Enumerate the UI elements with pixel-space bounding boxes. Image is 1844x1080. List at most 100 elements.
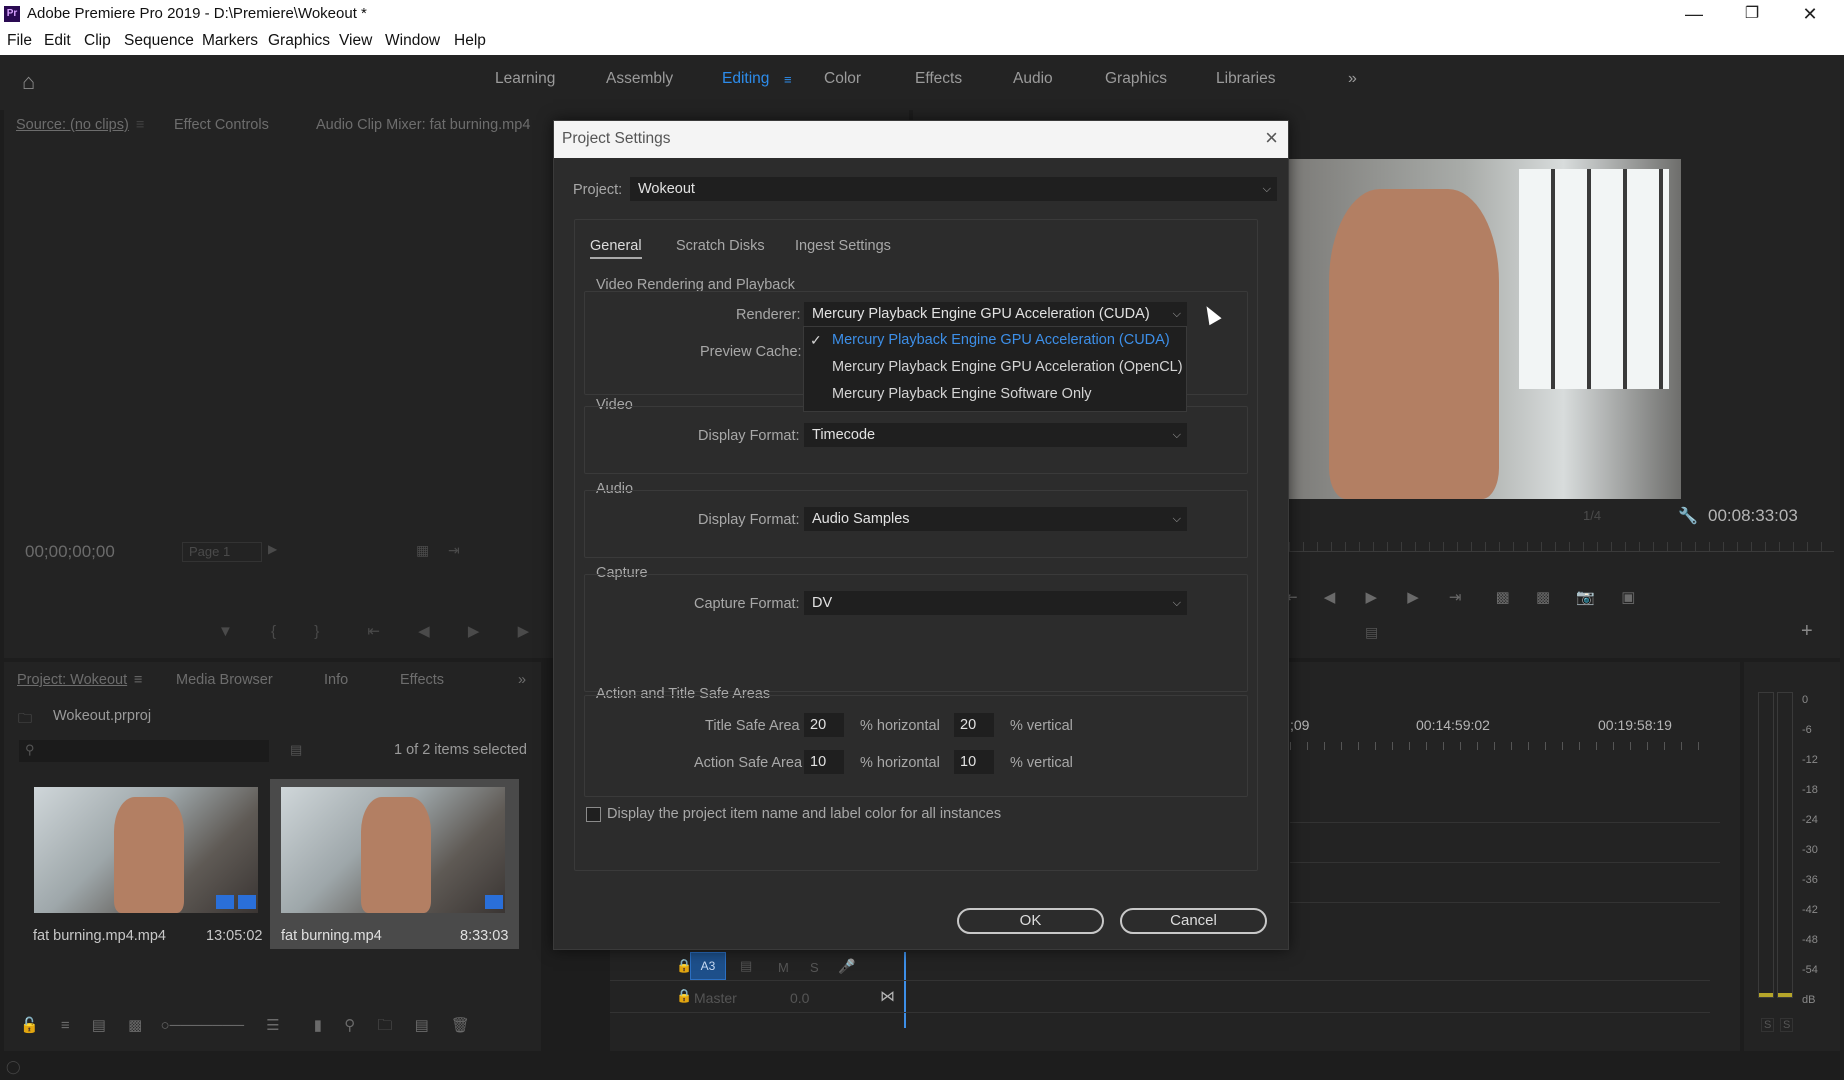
tab-ingest-settings[interactable]: Ingest Settings [795, 238, 891, 254]
home-icon[interactable]: ⌂ [22, 69, 35, 95]
renderer-option-software[interactable]: Mercury Playback Engine Software Only [832, 386, 1092, 402]
program-ruler[interactable] [1289, 542, 1834, 552]
tab-media-browser[interactable]: Media Browser [176, 672, 273, 688]
tab-general[interactable]: General [590, 238, 642, 259]
lock-icon[interactable]: 🔓 [20, 1017, 39, 1034]
source-timecode[interactable]: 00;00;00;00 [25, 542, 115, 562]
icon-view-icon[interactable]: ▤ [92, 1017, 106, 1034]
clip-thumbnail[interactable] [34, 787, 258, 913]
tab-scratch-disks[interactable]: Scratch Disks [676, 238, 765, 254]
play-icon[interactable]: ▶ [1365, 589, 1377, 606]
timeline-ruler[interactable] [1290, 742, 1710, 750]
camera-icon[interactable]: 📷 [1576, 589, 1595, 606]
workspace-tab-assembly[interactable]: Assembly [606, 70, 673, 88]
compare-icon[interactable]: ▣ [1621, 589, 1635, 606]
restore-icon[interactable]: ❐ [1723, 0, 1781, 28]
voiceover-icon[interactable]: 🎤 [838, 958, 855, 975]
program-video-frame[interactable] [1289, 159, 1681, 499]
action-safe-horizontal-input[interactable]: 10 [804, 750, 844, 774]
play-icon[interactable]: ▶ [468, 623, 482, 640]
step-back-icon[interactable]: ◀ [1324, 589, 1336, 606]
new-item-icon[interactable]: ▤ [415, 1017, 429, 1034]
ok-button[interactable]: OK [957, 908, 1104, 934]
more-workspaces-icon[interactable]: » [1348, 70, 1357, 88]
add-button-icon[interactable]: + [1801, 620, 1813, 643]
close-icon[interactable]: ✕ [1781, 0, 1839, 28]
freeform-view-icon[interactable]: ▩ [128, 1017, 142, 1034]
source-page-select[interactable]: Page 1 [182, 542, 262, 562]
workspace-tab-editing[interactable]: Editing [722, 70, 769, 88]
renderer-option-cuda[interactable]: Mercury Playback Engine GPU Acceleration… [832, 332, 1170, 348]
clip-thumbnail[interactable] [281, 787, 505, 913]
workspace-tab-libraries[interactable]: Libraries [1216, 70, 1275, 88]
project-item-selected[interactable]: fat burning.mp4 8:33:03 [270, 779, 519, 949]
mute-track-button[interactable]: M [778, 960, 789, 975]
button-editor-icon[interactable]: ▤ [1365, 624, 1378, 641]
insert-icon[interactable]: ⇥ [448, 542, 460, 559]
project-dropdown[interactable]: Wokeout ⌵ [630, 177, 1277, 201]
program-timecode[interactable]: 00:08:33:03 [1708, 506, 1798, 526]
solo-left-button[interactable]: S [1761, 1018, 1775, 1032]
more-panels-icon[interactable]: » [518, 672, 526, 688]
extract-icon[interactable]: ▩ [1536, 589, 1550, 606]
workspace-tab-learning[interactable]: Learning [495, 70, 555, 88]
workspace-tab-graphics[interactable]: Graphics [1105, 70, 1167, 88]
renderer-dropdown[interactable]: Mercury Playback Engine GPU Acceleration… [804, 302, 1187, 326]
new-bin-icon[interactable]: 🗀 [377, 1017, 392, 1034]
sync-lock-icon[interactable]: ▤ [740, 958, 752, 974]
tab-effects[interactable]: Effects [400, 672, 444, 688]
workspace-tab-effects[interactable]: Effects [915, 70, 962, 88]
dialog-close-icon[interactable]: × [1265, 125, 1278, 151]
add-marker-icon[interactable]: ▼ [218, 623, 235, 640]
capture-format-dropdown[interactable]: DV ⌵ [804, 591, 1187, 615]
tab-effect-controls[interactable]: Effect Controls [174, 117, 269, 133]
menu-clip[interactable]: Clip [84, 32, 111, 50]
menu-window[interactable]: Window [385, 32, 440, 50]
display-name-checkbox[interactable] [586, 807, 601, 822]
project-menu-icon[interactable]: ≡ [134, 672, 142, 688]
go-to-in-icon[interactable]: ⇤ [367, 623, 382, 640]
action-safe-vertical-input[interactable]: 10 [954, 750, 994, 774]
minimize-icon[interactable]: — [1665, 0, 1723, 28]
mark-in-icon[interactable]: { [271, 623, 278, 640]
program-zoom-select[interactable]: 1/4 [1583, 508, 1643, 528]
tab-project[interactable]: Project: Wokeout [17, 672, 127, 688]
find-icon[interactable]: ⚲ [344, 1017, 355, 1034]
master-keyframe-icon[interactable]: ⋈ [880, 987, 895, 1005]
project-item[interactable]: fat burning.mp4.mp4 13:05:02 [22, 779, 269, 949]
playhead[interactable] [904, 952, 906, 1028]
menu-file[interactable]: File [7, 32, 32, 50]
display-name-checkbox-label[interactable]: Display the project item name and label … [607, 806, 1001, 822]
export-frame-icon[interactable]: ▦ [416, 542, 429, 559]
workspace-tab-audio[interactable]: Audio [1013, 70, 1053, 88]
title-safe-vertical-input[interactable]: 20 [954, 713, 994, 737]
audio-display-format-dropdown[interactable]: Audio Samples ⌵ [804, 507, 1187, 531]
workspace-tab-color[interactable]: Color [824, 70, 861, 88]
renderer-option-opencl[interactable]: Mercury Playback Engine GPU Acceleration… [832, 359, 1183, 375]
mark-out-icon[interactable]: } [314, 623, 321, 640]
project-search-input[interactable]: ⚲ [19, 740, 269, 762]
zoom-slider[interactable]: ○─────── [161, 1017, 244, 1034]
menu-view[interactable]: View [339, 32, 372, 50]
solo-track-button[interactable]: S [810, 960, 819, 975]
step-back-icon[interactable]: ◀ [418, 623, 432, 640]
tab-source[interactable]: Source: (no clips) [16, 117, 129, 133]
new-bin-search-icon[interactable]: ▤ [290, 742, 302, 758]
tab-info[interactable]: Info [324, 672, 348, 688]
source-menu-icon[interactable]: ≡ [136, 117, 144, 133]
menu-help[interactable]: Help [454, 32, 486, 50]
cancel-button[interactable]: Cancel [1120, 908, 1267, 934]
solo-right-button[interactable]: S [1780, 1018, 1794, 1032]
menu-sequence[interactable]: Sequence [124, 32, 194, 50]
list-view-icon[interactable]: ≡ [61, 1017, 70, 1034]
menu-edit[interactable]: Edit [44, 32, 71, 50]
trash-icon[interactable]: 🗑 [451, 1017, 470, 1034]
title-safe-horizontal-input[interactable]: 20 [804, 713, 844, 737]
step-forward-icon[interactable]: ▶ [1407, 589, 1419, 606]
page-next-icon[interactable]: ▶ [268, 542, 277, 556]
go-to-out-icon[interactable]: ⇥ [1449, 589, 1462, 606]
master-value[interactable]: 0.0 [790, 990, 809, 1006]
wrench-icon[interactable]: 🔧 [1678, 506, 1698, 526]
workspace-menu-icon[interactable]: ≡ [784, 72, 792, 87]
master-lock-icon[interactable]: 🔒 [676, 988, 692, 1004]
